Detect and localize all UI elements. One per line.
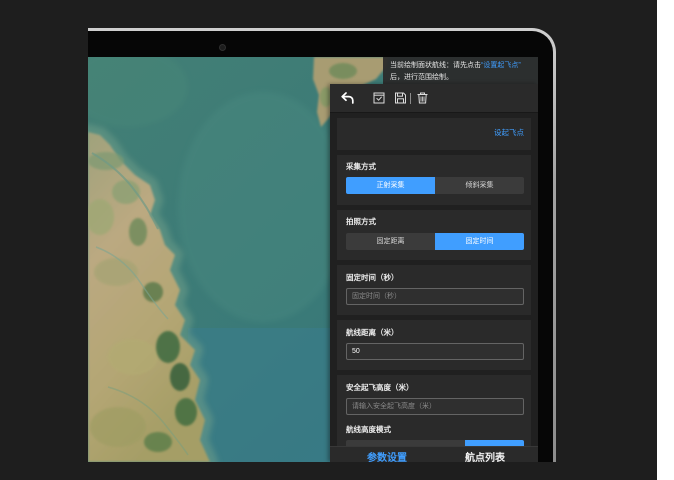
route-distance-input[interactable] [346, 343, 524, 360]
route-distance-label: 航线距离（米） [346, 328, 399, 337]
set-takeoff-point-link[interactable]: 设起飞点 [494, 128, 524, 138]
vegetation-patch [156, 331, 180, 363]
safe-takeoff-height-input[interactable] [346, 398, 524, 415]
tooltip-line-1: 当前绘制面状航线：请先点击“设置起飞点” [390, 60, 534, 72]
collect-method-toggle: 正射采集 倾斜采集 [346, 177, 524, 194]
check-square-icon[interactable] [373, 92, 386, 104]
fixed-time-label: 固定时间（秒） [346, 273, 399, 282]
tooltip-text: 当前绘制面状航线：请先点击 [390, 62, 481, 69]
vegetation-patch [143, 282, 163, 302]
vegetation-patch [108, 339, 158, 375]
vegetation-patch [90, 407, 146, 447]
vegetation-patch [175, 398, 197, 426]
route-height-mode-label: 航线高度模式 [346, 425, 391, 434]
vegetation-patch [144, 432, 172, 452]
webcam-dot [219, 44, 226, 51]
toolbar-separator [410, 93, 411, 104]
fixed-time-input[interactable] [346, 288, 524, 305]
tooltip-set-takeoff-link: “设置起飞点” [481, 62, 521, 69]
route-settings-panel: 设起飞点 采集方式 正射采集 倾斜采集 拍照方式 固定距离 固定时间 固定时间（… [330, 84, 538, 462]
collect-method-option-orthophoto[interactable]: 正射采集 [346, 177, 435, 194]
safe-takeoff-height-label: 安全起飞高度（米） [346, 383, 414, 392]
tooltip-text-after: 后，进行范围绘制。 [390, 74, 453, 81]
vegetation-patch [129, 218, 147, 246]
screen: 当前绘制面状航线：请先点击“设置起飞点” 后，进行范围绘制。 设起飞点 采集方式… [88, 57, 538, 462]
shallow-water [178, 92, 348, 322]
collect-method-option-oblique[interactable]: 倾斜采集 [435, 177, 524, 194]
collect-method-label: 采集方式 [346, 162, 376, 171]
photo-method-option-fixed-time[interactable]: 固定时间 [435, 233, 524, 250]
photo-method-toggle: 固定距离 固定时间 [346, 233, 524, 250]
right-white-area [657, 0, 674, 480]
vegetation-patch [170, 363, 190, 391]
drawing-toolbar [330, 84, 538, 113]
tab-parameter-settings[interactable]: 参数设置 [367, 453, 407, 462]
undo-icon[interactable] [341, 92, 354, 104]
photo-method-label: 拍照方式 [346, 217, 376, 226]
save-icon[interactable] [394, 92, 407, 104]
photo-method-option-fixed-distance[interactable]: 固定距离 [346, 233, 435, 250]
tab-waypoint-list[interactable]: 航点列表 [465, 453, 505, 462]
trash-icon[interactable] [416, 92, 429, 104]
drawing-hint-tooltip: 当前绘制面状航线：请先点击“设置起飞点” 后，进行范围绘制。 [383, 57, 538, 86]
island-vegetation [329, 63, 357, 79]
panel-tab-bar: 参数设置 航点列表 [330, 446, 538, 462]
